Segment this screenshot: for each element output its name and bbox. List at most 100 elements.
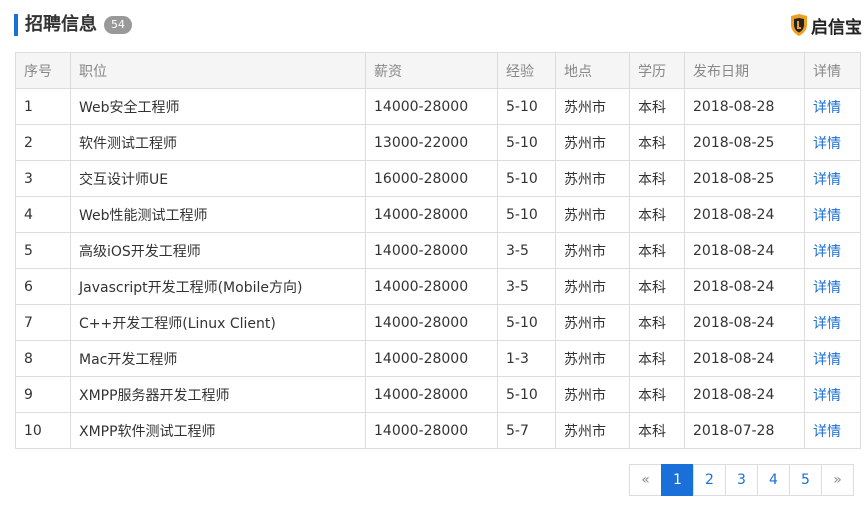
detail-link[interactable]: 详情 — [804, 340, 861, 377]
cell-salary: 14000-28000 — [365, 88, 498, 125]
title-accent-bar — [14, 14, 18, 36]
detail-link[interactable]: 详情 — [804, 124, 861, 161]
cell-date: 2018-08-24 — [684, 376, 805, 413]
page-button-2[interactable]: 2 — [693, 464, 726, 496]
cell-date: 2018-08-28 — [684, 88, 805, 125]
column-header-salary: 薪资 — [365, 52, 498, 89]
cell-location: 苏州市 — [555, 88, 630, 125]
cell-experience: 5-10 — [497, 304, 556, 341]
cell-date: 2018-08-24 — [684, 196, 805, 233]
pagination: «1 2 3 4 5» — [629, 464, 854, 496]
job-table: 序号 职位 薪资 经验 地点 学历 发布日期 详情 1 Web安全工程师 14000-28000 5… — [15, 52, 861, 449]
cell-location: 苏州市 — [555, 160, 630, 197]
detail-link[interactable]: 详情 — [804, 304, 861, 341]
cell-no: 9 — [15, 376, 71, 413]
cell-position: 高级iOS开发工程师 — [70, 232, 366, 269]
column-header-no: 序号 — [15, 52, 71, 89]
cell-salary: 14000-28000 — [365, 412, 498, 449]
cell-location: 苏州市 — [555, 196, 630, 233]
cell-location: 苏州市 — [555, 340, 630, 377]
cell-no: 4 — [15, 196, 71, 233]
cell-position: Web安全工程师 — [70, 88, 366, 125]
cell-position: Javascript开发工程师(Mobile方向) — [70, 268, 366, 305]
cell-date: 2018-08-25 — [684, 160, 805, 197]
page-button-4[interactable]: 4 — [757, 464, 790, 496]
table-row: 2 软件测试工程师 13000-22000 5-10 苏州市 本科 2018-08-25 详情 — [15, 124, 861, 161]
cell-education: 本科 — [629, 268, 685, 305]
table-row: 4 Web性能测试工程师 14000-28000 5-10 苏州市 本科 2018-08-2… — [15, 196, 861, 233]
cell-position: 软件测试工程师 — [70, 124, 366, 161]
shield-logo-icon — [791, 14, 807, 36]
table-row: 8 Mac开发工程师 14000-28000 1-3 苏州市 本科 2018-08-24 详情 — [15, 340, 861, 377]
detail-link[interactable]: 详情 — [804, 376, 861, 413]
column-header-detail: 详情 — [804, 52, 861, 89]
cell-date: 2018-08-24 — [684, 232, 805, 269]
table-row: 6 Javascript开发工程师(Mobile方向) 14000-28000 3-5… — [15, 268, 861, 305]
cell-position: Mac开发工程师 — [70, 340, 366, 377]
cell-salary: 14000-28000 — [365, 340, 498, 377]
cell-no: 8 — [15, 340, 71, 377]
cell-experience: 5-10 — [497, 160, 556, 197]
cell-salary: 14000-28000 — [365, 232, 498, 269]
table-header-row: 序号 职位 薪资 经验 地点 学历 发布日期 详情 — [15, 52, 861, 89]
cell-salary: 14000-28000 — [365, 304, 498, 341]
count-badge: 54 — [104, 16, 132, 34]
brand-logo[interactable]: 启信宝 — [790, 12, 862, 38]
cell-experience: 5-10 — [497, 196, 556, 233]
cell-experience: 3-5 — [497, 268, 556, 305]
cell-location: 苏州市 — [555, 124, 630, 161]
cell-education: 本科 — [629, 340, 685, 377]
cell-location: 苏州市 — [555, 376, 630, 413]
cell-experience: 1-3 — [497, 340, 556, 377]
column-header-location: 地点 — [555, 52, 630, 89]
column-header-experience: 经验 — [497, 52, 556, 89]
cell-education: 本科 — [629, 88, 685, 125]
brand-name: 启信宝 — [811, 17, 862, 38]
cell-salary: 14000-28000 — [365, 268, 498, 305]
cell-education: 本科 — [629, 196, 685, 233]
cell-no: 5 — [15, 232, 71, 269]
cell-education: 本科 — [629, 160, 685, 197]
cell-experience: 5-10 — [497, 376, 556, 413]
table-row: 7 C++开发工程师(Linux Client) 14000-28000 5-10 苏州… — [15, 304, 861, 341]
column-header-education: 学历 — [629, 52, 685, 89]
next-page-button[interactable]: » — [821, 464, 854, 496]
cell-no: 3 — [15, 160, 71, 197]
cell-date: 2018-08-24 — [684, 268, 805, 305]
detail-link[interactable]: 详情 — [804, 412, 861, 449]
cell-position: XMPP软件测试工程师 — [70, 412, 366, 449]
cell-position: 交互设计师UE — [70, 160, 366, 197]
cell-location: 苏州市 — [555, 412, 630, 449]
cell-salary: 14000-28000 — [365, 376, 498, 413]
cell-experience: 3-5 — [497, 232, 556, 269]
cell-no: 10 — [15, 412, 71, 449]
cell-no: 2 — [15, 124, 71, 161]
prev-page-button[interactable]: « — [629, 464, 662, 496]
page-button-5[interactable]: 5 — [789, 464, 822, 496]
table-row: 3 交互设计师UE 16000-28000 5-10 苏州市 本科 2018-08-25 详情 — [15, 160, 861, 197]
cell-education: 本科 — [629, 124, 685, 161]
cell-date: 2018-07-28 — [684, 412, 805, 449]
table-row: 10 XMPP软件测试工程师 14000-28000 5-7 苏州市 本科 2018-07-… — [15, 412, 861, 449]
page-title: 招聘信息 — [25, 14, 97, 35]
cell-location: 苏州市 — [555, 304, 630, 341]
cell-date: 2018-08-24 — [684, 340, 805, 377]
detail-link[interactable]: 详情 — [804, 232, 861, 269]
column-header-date: 发布日期 — [684, 52, 805, 89]
section-header: 招聘信息 54 启信宝 — [14, 10, 862, 40]
table-body: 1 Web安全工程师 14000-28000 5-10 苏州市 本科 2018-08-28 详… — [15, 88, 861, 449]
cell-location: 苏州市 — [555, 268, 630, 305]
table-row: 5 高级iOS开发工程师 14000-28000 3-5 苏州市 本科 2018-08-24… — [15, 232, 861, 269]
cell-no: 7 — [15, 304, 71, 341]
detail-link[interactable]: 详情 — [804, 268, 861, 305]
page-button-1[interactable]: 1 — [661, 464, 694, 496]
cell-education: 本科 — [629, 232, 685, 269]
cell-date: 2018-08-24 — [684, 304, 805, 341]
detail-link[interactable]: 详情 — [804, 196, 861, 233]
detail-link[interactable]: 详情 — [804, 160, 861, 197]
detail-link[interactable]: 详情 — [804, 88, 861, 125]
cell-no: 1 — [15, 88, 71, 125]
page-button-3[interactable]: 3 — [725, 464, 758, 496]
cell-position: Web性能测试工程师 — [70, 196, 366, 233]
cell-position: C++开发工程师(Linux Client) — [70, 304, 366, 341]
